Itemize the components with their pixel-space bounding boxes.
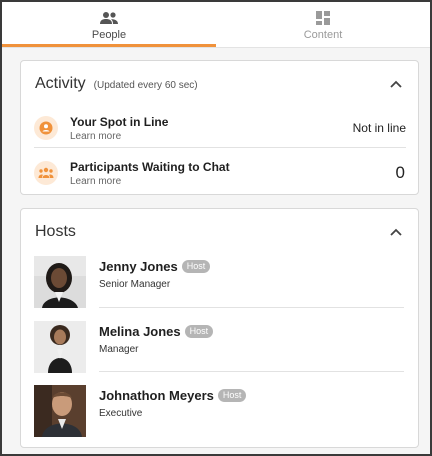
host-avatar bbox=[34, 256, 86, 308]
host-avatar bbox=[34, 321, 86, 373]
host-row-johnathon-meyers[interactable]: Johnathon Meyers Host Executive bbox=[34, 385, 404, 438]
collapse-activity-chevron-up-icon[interactable] bbox=[388, 76, 404, 92]
host-badge: Host bbox=[181, 260, 211, 273]
tab-content-label: Content bbox=[303, 29, 343, 41]
collapse-hosts-chevron-up-icon[interactable] bbox=[388, 224, 404, 240]
host-row-jenny-jones[interactable]: Jenny Jones Host Senior Manager bbox=[34, 256, 404, 309]
host-avatar bbox=[34, 385, 86, 437]
host-divider bbox=[99, 307, 404, 308]
host-name: Johnathon Meyers bbox=[99, 388, 214, 403]
tab-people[interactable]: People bbox=[2, 2, 216, 47]
activity-subtitle: (Updated every 60 sec) bbox=[93, 79, 198, 91]
host-name: Melina Jones bbox=[99, 324, 181, 339]
participants-waiting-row: Participants Waiting to Chat Learn more … bbox=[34, 152, 406, 194]
participants-waiting-count: 0 bbox=[395, 163, 405, 182]
host-role: Executive bbox=[99, 408, 143, 419]
participants-waiting-learn-more-link[interactable]: Learn more bbox=[70, 176, 396, 187]
host-row-melina-jones[interactable]: Melina Jones Host Manager bbox=[34, 321, 404, 374]
hosts-card: Hosts Jenny Jones Host Senior Manager Me… bbox=[20, 208, 419, 448]
person-pin-icon bbox=[34, 116, 58, 140]
people-panel: People Content Activity (Updated every 6… bbox=[0, 0, 432, 456]
spot-in-line-value: Not in line bbox=[352, 121, 406, 135]
hosts-header: Hosts bbox=[35, 221, 404, 243]
activity-title: Activity bbox=[35, 75, 86, 92]
tab-content[interactable]: Content bbox=[216, 2, 430, 47]
participants-waiting-title: Participants Waiting to Chat bbox=[70, 159, 230, 174]
activity-header: Activity (Updated every 60 sec) bbox=[35, 73, 404, 95]
activity-card: Activity (Updated every 60 sec) Your Spo… bbox=[20, 60, 419, 195]
spot-in-line-learn-more-link[interactable]: Learn more bbox=[70, 131, 353, 142]
tab-people-label: People bbox=[91, 29, 127, 41]
content-grid-icon bbox=[315, 9, 331, 26]
host-badge: Host bbox=[217, 389, 247, 402]
host-divider bbox=[99, 371, 404, 372]
spot-in-line-title: Your Spot in Line bbox=[70, 114, 169, 129]
tab-bar: People Content bbox=[2, 2, 430, 47]
host-role: Manager bbox=[99, 344, 139, 355]
host-name: Jenny Jones bbox=[99, 259, 178, 274]
activity-divider bbox=[34, 147, 406, 148]
hosts-title: Hosts bbox=[35, 223, 76, 240]
group-icon bbox=[34, 161, 58, 185]
spot-in-line-row: Your Spot in Line Learn more Not in line bbox=[34, 107, 406, 149]
tabs-divider bbox=[2, 47, 430, 48]
host-badge: Host bbox=[184, 325, 214, 338]
people-icon bbox=[99, 9, 119, 26]
host-role: Senior Manager bbox=[99, 279, 171, 290]
